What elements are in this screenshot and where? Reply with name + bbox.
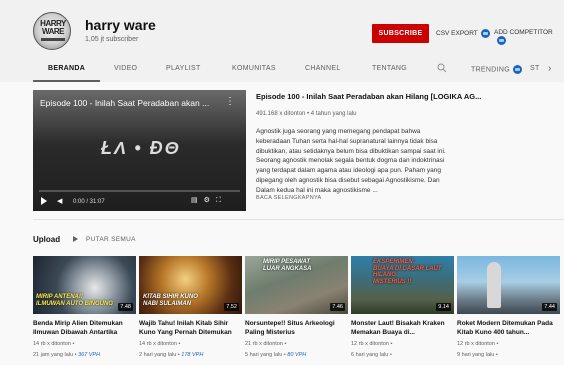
rocket-graphic	[487, 262, 501, 308]
channel-tabs: BERANDA VIDEO PLAYLIST KOMUNITAS CHANNEL…	[0, 60, 564, 82]
chevron-right-icon[interactable]: ›	[548, 63, 551, 74]
video-card[interactable]: KITAB SIHIR KUNO NABI SULAIMAN 7.52 Waji…	[139, 256, 242, 359]
tab-trending[interactable]: TRENDING	[471, 65, 522, 74]
video-views: 14 rb x ditonton •	[33, 341, 75, 347]
video-thumbnail[interactable]: MIRIP ANTENA!! ILMUWAN AUTO BINGUNG 7.48	[33, 256, 136, 314]
video-age-text: 9 hari yang lalu •	[457, 352, 498, 358]
vidiq-icon	[480, 29, 490, 38]
video-card[interactable]: MIRIP ANTENA!! ILMUWAN AUTO BINGUNG 7.48…	[33, 256, 136, 359]
player-title[interactable]: Episode 100 - Inilah Saat Peradaban akan…	[40, 98, 220, 108]
tab-video[interactable]: VIDEO	[114, 65, 137, 72]
tab-playlist[interactable]: PLAYLIST	[166, 65, 201, 72]
video-title[interactable]: Wajib Tahu! Inilah Kitab Sihir Kuno Yang…	[139, 319, 242, 337]
tab-st[interactable]: ST	[530, 65, 540, 72]
tab-tentang[interactable]: TENTANG	[372, 65, 407, 72]
video-duration: 7.46	[330, 303, 345, 311]
video-duration: 9.14	[436, 303, 451, 311]
video-age-text: 6 hari yang lalu •	[351, 352, 392, 358]
tab-komunitas[interactable]: KOMUNITAS	[232, 65, 276, 72]
featured-video-title[interactable]: Episode 100 - Inilah Saat Peradaban akan…	[256, 92, 556, 101]
featured-video-meta: 491.168 x ditonton • 4 tahun yang lalu	[256, 111, 357, 117]
tab-channel[interactable]: CHANNEL	[305, 65, 341, 72]
video-title[interactable]: Roket Modern Ditemukan Pada Kitab Kuno 4…	[457, 319, 560, 337]
video-card[interactable]: EKSPERIMEN: BUAYA DI DASAR LAUT HILANG M…	[351, 256, 454, 359]
more-options-icon[interactable]: ⋮	[225, 96, 235, 107]
video-thumbnail[interactable]: 7.44	[457, 256, 560, 314]
play-all-icon[interactable]	[73, 236, 78, 242]
csv-export-label: CSV EXPORT	[436, 30, 478, 38]
player-time: 0:00 / 31:07	[73, 199, 105, 205]
csv-export-button[interactable]: CSV EXPORT	[436, 29, 490, 38]
video-card[interactable]: 7.44 Roket Modern Ditemukan Pada Kitab K…	[457, 256, 560, 359]
player-logo: ŁΛ • ĐΘ	[101, 138, 181, 158]
captions-icon[interactable]: ▤	[191, 197, 204, 204]
thumbnail-overlay-text: KITAB SIHIR KUNO NABI SULAIMAN	[143, 294, 198, 307]
video-age-text: 21 jam yang lalu •	[33, 352, 79, 358]
video-views: 21 rb x ditonton •	[245, 341, 287, 347]
vph-badge: 178 VPH	[181, 352, 204, 358]
active-tab-indicator	[33, 80, 100, 82]
fullscreen-icon[interactable]: ⛶	[216, 197, 227, 204]
tab-beranda[interactable]: BERANDA	[48, 65, 85, 72]
video-age: 5 hari yang lalu • 80 VPH	[245, 351, 348, 359]
play-icon[interactable]	[41, 197, 47, 205]
subscribe-button[interactable]: SUBSCRIBE	[372, 24, 429, 43]
channel-avatar[interactable]: HARRY WARE	[33, 12, 71, 50]
thumbnail-overlay-text: EKSPERIMEN: BUAYA DI DASAR LAUT HILANG M…	[373, 259, 442, 285]
uploads-section-title: Upload	[33, 235, 61, 244]
thumbnail-overlay-text: MIRIP PESAWAT LUAR ANGKASA	[263, 259, 312, 272]
video-title[interactable]: Monster Laut! Bisakah Kraken Memakan Bua…	[351, 319, 454, 337]
video-age: 6 hari yang lalu •	[351, 351, 454, 359]
video-title[interactable]: Norsuntepe!! Situs Arkeologi Paling Mist…	[245, 319, 348, 337]
read-more-link[interactable]: BACA SELENGKAPNYA	[256, 195, 322, 201]
video-views: 12 rb x ditonton •	[351, 341, 393, 347]
progress-bar[interactable]	[39, 190, 240, 192]
video-title[interactable]: Benda Mirip Alien Ditemukan Ilmuwan Diba…	[33, 319, 136, 337]
add-competitor-label: ADD COMPETITOR	[494, 29, 553, 36]
subscriber-count: 1,05 jt subscriber	[85, 36, 139, 43]
avatar-logo-bar	[41, 38, 65, 41]
video-duration: 7.48	[118, 303, 133, 311]
video-thumbnail[interactable]: MIRIP PESAWAT LUAR ANGKASA 7.46	[245, 256, 348, 314]
add-competitor-button[interactable]: ADD COMPETITOR	[494, 29, 564, 45]
featured-video-description: Agnostik juga seorang yang memegang pend…	[256, 128, 446, 194]
video-age: 2 hari yang lalu • 178 VPH	[139, 351, 242, 359]
tab-trending-label: TRENDING	[471, 66, 510, 74]
vidiq-icon	[512, 65, 522, 74]
settings-gear-icon[interactable]: ⚙	[204, 197, 216, 204]
thumbnail-overlay-text: MIRIP ANTENA!! ILMUWAN AUTO BINGUNG	[36, 294, 113, 307]
video-views: 14 rb x ditonton •	[139, 341, 181, 347]
player-controls-right: ▤⚙⛶	[191, 196, 227, 205]
video-views: 12 rb x ditonton •	[457, 341, 499, 347]
channel-name: harry ware	[85, 17, 156, 33]
play-all-button[interactable]: PUTAR SEMUA	[86, 236, 136, 243]
video-age-text: 5 hari yang lalu •	[245, 352, 288, 358]
featured-video-player[interactable]: Episode 100 - Inilah Saat Peradaban akan…	[33, 90, 246, 211]
video-card[interactable]: MIRIP PESAWAT LUAR ANGKASA 7.46 Norsunte…	[245, 256, 348, 359]
search-icon[interactable]	[437, 63, 447, 73]
avatar-logo-text: HARRY WARE	[40, 19, 66, 36]
video-thumbnail[interactable]: KITAB SIHIR KUNO NABI SULAIMAN 7.52	[139, 256, 242, 314]
vph-badge: 80 VPH	[287, 352, 307, 358]
video-duration: 7.44	[542, 303, 557, 311]
vph-badge: 367 VPH	[78, 352, 101, 358]
vidiq-icon	[497, 36, 506, 45]
video-age: 9 hari yang lalu •	[457, 351, 560, 359]
video-age-text: 2 hari yang lalu •	[139, 352, 182, 358]
section-divider	[33, 219, 564, 220]
volume-icon[interactable]: ◀	[57, 197, 62, 205]
video-duration: 7.52	[224, 303, 239, 311]
video-thumbnail[interactable]: EKSPERIMEN: BUAYA DI DASAR LAUT HILANG M…	[351, 256, 454, 314]
video-age: 21 jam yang lalu • 367 VPH	[33, 351, 136, 359]
